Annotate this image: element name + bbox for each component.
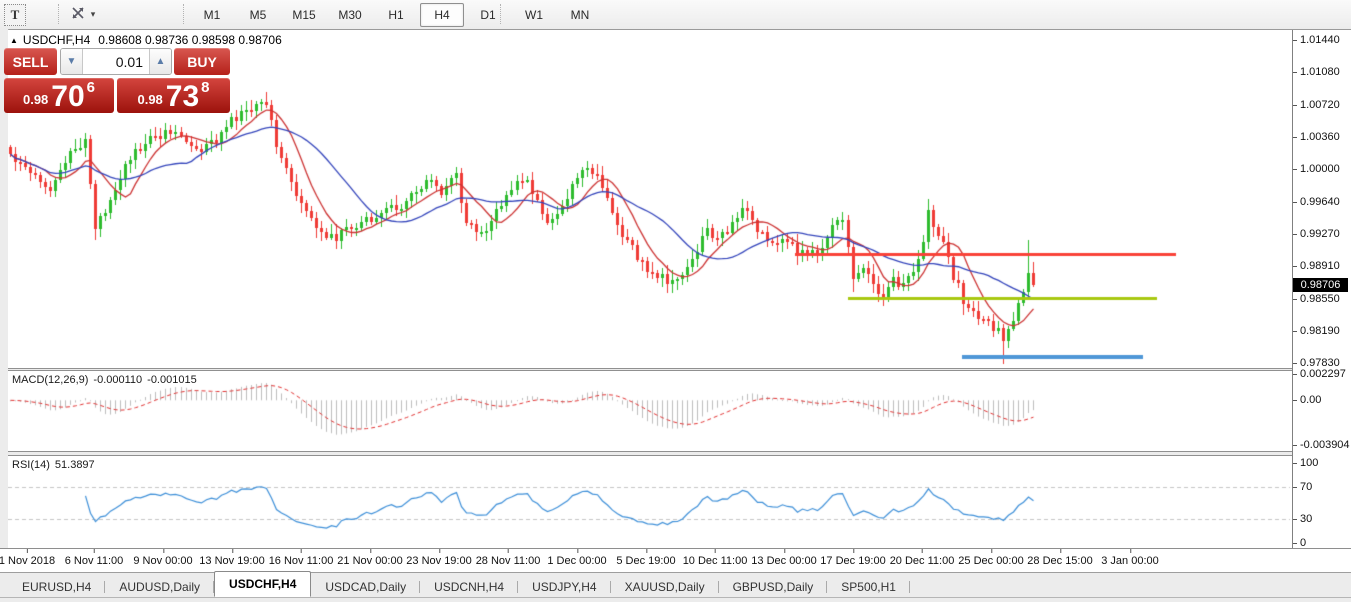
macd-panel <box>8 371 1292 451</box>
chart-tab[interactable]: USDCHF,H4 <box>214 571 311 597</box>
timeframe-button[interactable]: M30 <box>328 3 372 27</box>
chart-tab[interactable]: USDCNH,H4 <box>420 577 518 597</box>
macd-axis-label: -0.003904 <box>1293 439 1351 451</box>
time-axis-label: 23 Nov 19:00 <box>406 555 471 567</box>
price-axis-label: 1.00360 <box>1293 131 1351 143</box>
time-axis-label: 13 Nov 19:00 <box>199 555 264 567</box>
timeframe-button[interactable]: H1 <box>374 3 418 27</box>
toolbar-separator <box>500 4 501 24</box>
volume-decrease-button[interactable]: ▼ <box>61 49 83 74</box>
macd-label: MACD(12,26,9)-0.000110-0.001015 <box>12 374 197 386</box>
time-axis-label: 25 Dec 00:00 <box>958 555 1023 567</box>
timeframe-button[interactable]: H4 <box>420 3 464 27</box>
buy-price-button[interactable]: 0.98 73 8 <box>117 78 230 113</box>
chart-tab[interactable]: GBPUSD,Daily <box>719 577 828 597</box>
price-axis-label: 1.01080 <box>1293 66 1351 78</box>
rsi-panel <box>8 456 1292 548</box>
ohlc-values: 0.98608 0.98736 0.98598 0.98706 <box>98 33 282 47</box>
volume-stepper: ▼ ▲ <box>60 48 172 75</box>
one-click-trading-panel: SELL ▼ ▲ BUY 0.98 70 6 0.98 73 8 <box>4 46 230 113</box>
price-axis-label: 1.00720 <box>1293 99 1351 111</box>
macd-axis-label: 0.00 <box>1293 394 1351 406</box>
volume-increase-button[interactable]: ▲ <box>149 49 171 74</box>
macd-value-1: -0.000110 <box>93 374 142 386</box>
rsi-canvas[interactable] <box>8 456 1292 548</box>
macd-canvas[interactable] <box>8 371 1292 451</box>
chart-tab-bar: EURUSD,H4AUDUSD,DailyUSDCHF,H4USDCAD,Dai… <box>0 572 1351 597</box>
timeframe-button[interactable]: M5 <box>236 3 280 27</box>
timeframe-button[interactable]: MN <box>558 3 602 27</box>
time-axis-label: 6 Nov 11:00 <box>65 555 124 567</box>
chart-tab[interactable]: USDJPY,H4 <box>518 577 610 597</box>
text-tool-button[interactable]: T <box>4 4 26 26</box>
time-axis-label: 13 Dec 00:00 <box>751 555 816 567</box>
buy-price-prefix: 0.98 <box>137 92 162 107</box>
volume-input[interactable] <box>83 49 149 74</box>
price-axis-label: 0.99270 <box>1293 228 1351 240</box>
window-bottom-edge <box>0 597 1351 602</box>
collapse-panel-icon[interactable]: ▲ <box>10 36 18 45</box>
rsi-axis-label: 70 <box>1293 481 1351 493</box>
time-axis-label: 5 Dec 19:00 <box>616 555 675 567</box>
current-price-badge: 0.98706 <box>1293 278 1348 292</box>
chart-tab[interactable]: XAUUSD,Daily <box>611 577 719 597</box>
chevron-down-icon: ▾ <box>91 9 96 20</box>
rsi-label: RSI(14)51.3897 <box>12 459 95 471</box>
timeframe-button[interactable]: D1 <box>466 3 510 27</box>
toolbar: T ▾ M1M5M15M30H1H4D1W1MN <box>0 0 1351 30</box>
time-axis[interactable]: 1 Nov 2018 6 Nov 11:00 9 Nov 00:00 13 Nov 1… <box>0 548 1351 572</box>
time-axis-label: 20 Dec 11:00 <box>890 555 955 567</box>
macd-axis-label: 0.002297 <box>1293 368 1351 380</box>
rsi-axis-label: 100 <box>1293 457 1351 469</box>
price-axis-label: 0.98190 <box>1293 325 1351 337</box>
rsi-axis-label: 30 <box>1293 513 1351 525</box>
toolbar-separator <box>183 4 184 24</box>
arrows-icon <box>71 6 86 23</box>
sell-price-button[interactable]: 0.98 70 6 <box>4 78 114 113</box>
chart-title: ▲ USDCHF,H4 0.98608 0.98736 0.98598 0.9870… <box>10 33 282 47</box>
macd-value-2: -0.001015 <box>147 374 197 386</box>
time-axis-label: 1 Dec 00:00 <box>547 555 606 567</box>
price-axis-label: 0.98550 <box>1293 293 1351 305</box>
symbol-period-label: USDCHF,H4 <box>23 33 90 47</box>
sell-price-big-digits: 70 <box>51 84 84 110</box>
rsi-value: 51.3897 <box>55 459 95 471</box>
sell-price-pip-digit: 6 <box>87 79 95 96</box>
chart-tab[interactable]: EURUSD,H4 <box>8 577 105 597</box>
timeframe-button[interactable]: M15 <box>282 3 326 27</box>
time-axis-label: 16 Nov 11:00 <box>269 555 334 567</box>
chart-tab[interactable]: USDCAD,Daily <box>311 577 420 597</box>
time-axis-label: 28 Dec 15:00 <box>1027 555 1092 567</box>
buy-price-big-digits: 73 <box>166 84 199 110</box>
time-axis-label: 21 Nov 00:00 <box>337 555 402 567</box>
time-axis-label: 9 Nov 00:00 <box>133 555 192 567</box>
time-axis-label: 10 Dec 11:00 <box>683 555 748 567</box>
time-axis-label: 3 Jan 00:00 <box>1101 555 1159 567</box>
price-axis-label: 1.01440 <box>1293 34 1351 46</box>
metatrader-window: T ▾ M1M5M15M30H1H4D1W1MN ▲ USDCHF,H4 0.98 <box>0 0 1351 602</box>
timeframe-toolbar: M1M5M15M30H1H4D1W1MN <box>190 3 602 25</box>
arrows-tool-button[interactable]: ▾ <box>66 4 100 24</box>
time-axis-label: 1 Nov 2018 <box>0 555 55 567</box>
price-axis-label: 0.99640 <box>1293 196 1351 208</box>
sell-button[interactable]: SELL <box>4 48 57 75</box>
time-axis-label: 17 Dec 19:00 <box>820 555 885 567</box>
buy-price-pip-digit: 8 <box>201 79 209 96</box>
buy-button[interactable]: BUY <box>174 48 230 75</box>
toolbar-separator <box>58 4 59 24</box>
price-axis-label: 1.00000 <box>1293 163 1351 175</box>
chart-tab[interactable]: SP500,H1 <box>827 577 910 597</box>
chart-tab[interactable]: AUDUSD,Daily <box>105 577 214 597</box>
time-axis-label: 28 Nov 11:00 <box>476 555 541 567</box>
sell-price-prefix: 0.98 <box>23 92 48 107</box>
timeframe-button[interactable]: W1 <box>512 3 556 27</box>
price-axis-label: 0.98910 <box>1293 260 1351 272</box>
timeframe-button[interactable]: M1 <box>190 3 234 27</box>
